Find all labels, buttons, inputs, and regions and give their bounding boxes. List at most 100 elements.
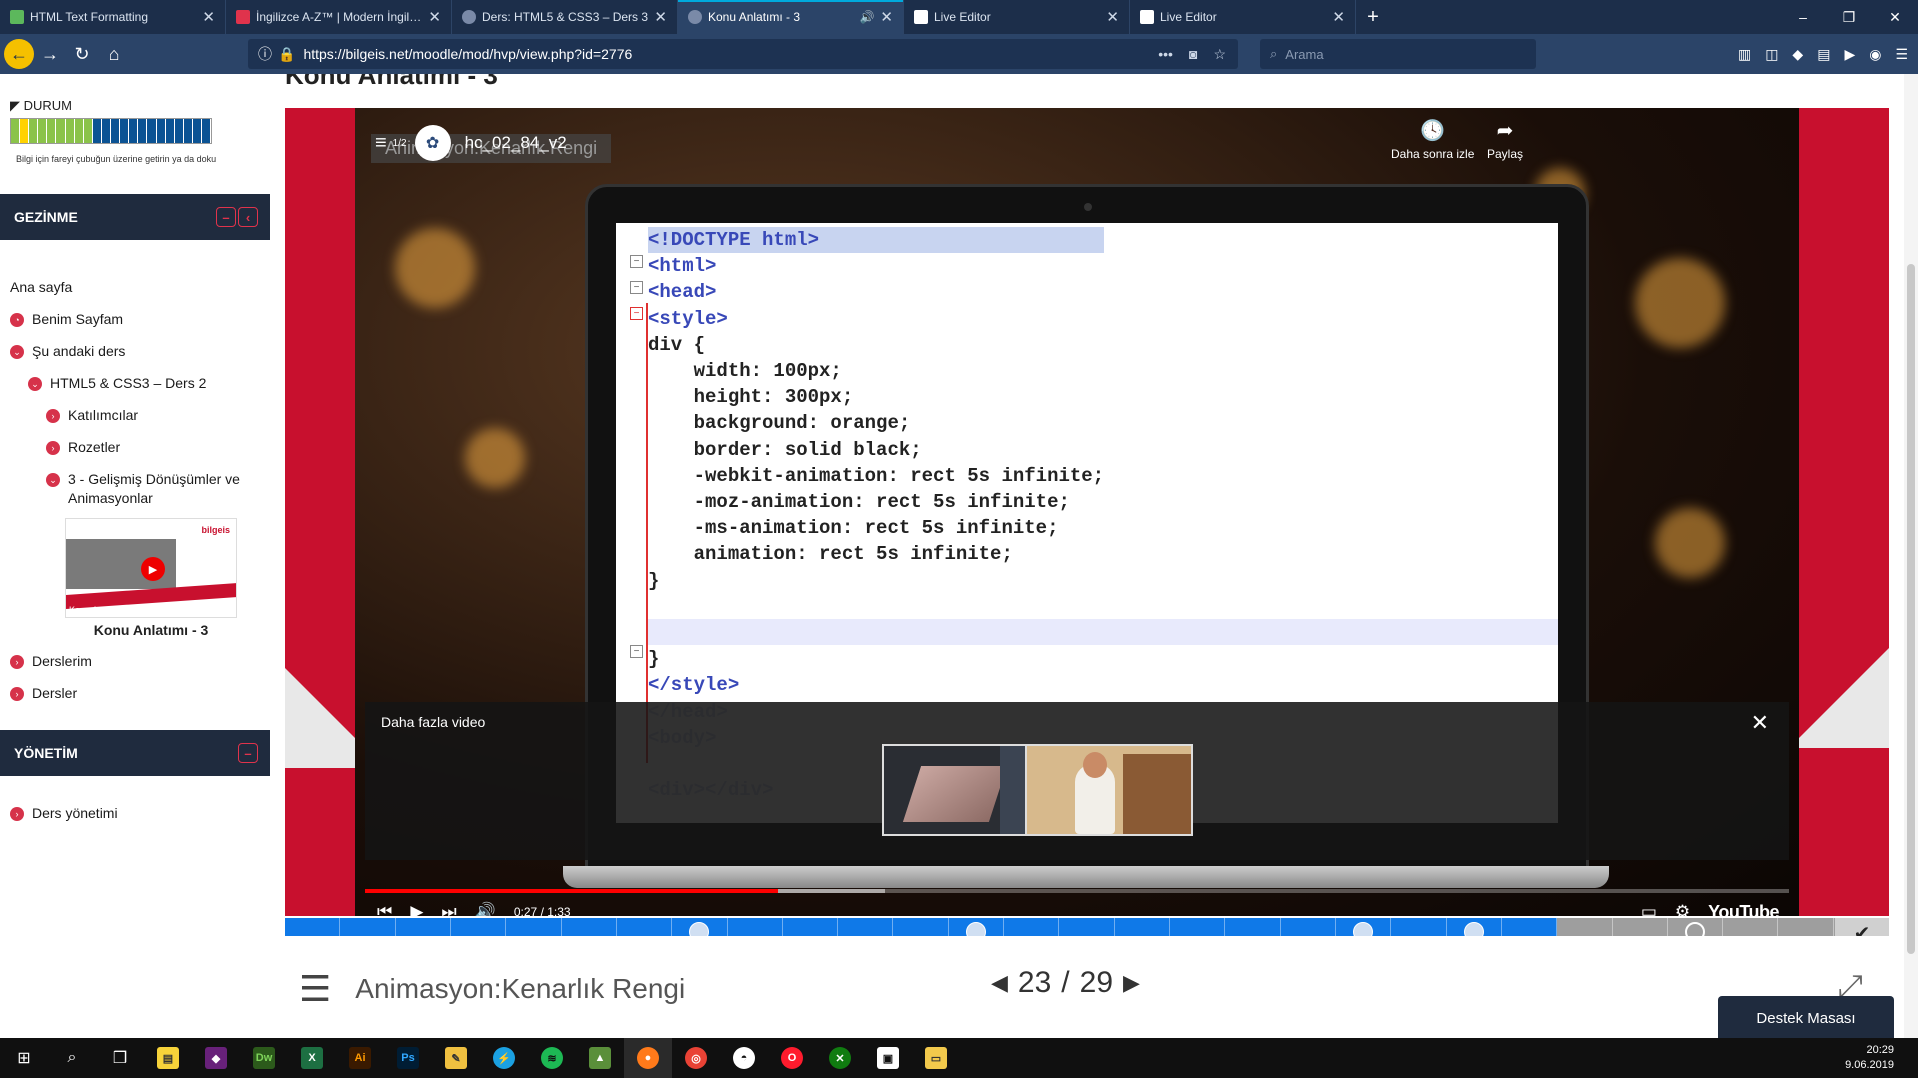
progress-segment[interactable]	[111, 119, 121, 143]
interaction-marker[interactable]	[689, 922, 710, 936]
timeline-segment[interactable]	[285, 918, 341, 936]
media-play-icon[interactable]: ▶	[1844, 46, 1855, 63]
sidebar-item-participants[interactable]: › Katılımcılar	[46, 406, 138, 425]
bookmark-star-icon[interactable]: ☆	[1213, 46, 1226, 63]
sidebar-item-course-admin[interactable]: › Ders yönetimi	[10, 804, 118, 823]
subtitles-icon[interactable]: ▭	[1641, 902, 1657, 916]
photoshop-icon[interactable]: Ps	[384, 1038, 432, 1078]
channel-avatar[interactable]: ✿	[414, 125, 451, 161]
file-explorer-icon[interactable]: ▭	[912, 1038, 960, 1078]
interaction-marker[interactable]	[965, 922, 986, 936]
sidebar-item-section[interactable]: ⌄ 3 - Gelişmiş Dönüşümler ve Animasyonlar	[46, 470, 256, 508]
sidebar-item-current-course[interactable]: ⌄ Şu andaki ders	[10, 342, 125, 361]
info-icon[interactable]: ⓘ	[258, 44, 272, 64]
browser-tab[interactable]: Live Editor ✕	[1130, 0, 1356, 34]
spotify-icon[interactable]: ≋	[528, 1038, 576, 1078]
progress-segment[interactable]	[201, 119, 212, 143]
visual-studio-icon[interactable]: ◆	[192, 1038, 240, 1078]
system-clock[interactable]: 20:29 9.06.2019	[1845, 1043, 1918, 1073]
completion-progress-bar[interactable]	[10, 118, 213, 144]
timeline-segment[interactable]	[893, 918, 949, 936]
timeline-segment[interactable]	[1336, 918, 1392, 936]
sticky-notes-icon[interactable]: ▤	[144, 1038, 192, 1078]
sidebar-item-course[interactable]: ⌄ HTML5 & CSS3 – Ders 2	[28, 374, 206, 393]
next-slide-icon[interactable]: ▶	[1123, 970, 1140, 996]
search-field[interactable]: ⌕ Arama	[1260, 39, 1536, 69]
windows-start-icon[interactable]: ⊞	[0, 1038, 48, 1078]
timeline-segment[interactable]	[562, 918, 617, 936]
progress-segment[interactable]	[129, 119, 139, 143]
progress-segment[interactable]	[174, 119, 184, 143]
previous-icon[interactable]: ⏮	[377, 902, 392, 916]
lock-icon[interactable]: 🔒	[278, 46, 295, 63]
previous-slide-icon[interactable]: ◀	[991, 970, 1008, 996]
progress-segment[interactable]	[20, 119, 30, 143]
timeline-segment[interactable]	[1447, 918, 1502, 936]
dock-icon[interactable]: ‹	[238, 207, 258, 227]
next-icon[interactable]: ⏭	[441, 902, 456, 916]
progress-segment[interactable]	[83, 119, 93, 143]
menu-icon[interactable]: ☰	[1895, 46, 1908, 63]
interaction-timeline[interactable]: ✔	[285, 916, 1889, 936]
close-tab-icon[interactable]: ✕	[1106, 8, 1119, 26]
page-scrollbar[interactable]	[1904, 74, 1918, 1038]
sidebar-item-my-courses[interactable]: › Derslerim	[10, 652, 92, 671]
timeline-segment[interactable]	[340, 918, 396, 936]
account-icon[interactable]: ◉	[1869, 46, 1881, 63]
progress-segment[interactable]	[92, 119, 102, 143]
progress-segment[interactable]	[156, 119, 166, 143]
watch-later-button[interactable]: 🕓 Daha sonra izle	[1391, 118, 1474, 161]
timeline-segment[interactable]	[1115, 918, 1170, 936]
timeline-segment[interactable]	[1778, 918, 1834, 936]
close-tab-icon[interactable]: ✕	[202, 8, 215, 26]
browser-tab-active[interactable]: Konu Anlatımı - 3 🔊 ✕	[678, 0, 904, 34]
volume-icon[interactable]: 🔊	[475, 902, 496, 916]
activity-thumbnail[interactable]: bilgeis ▶ Konu Anlatımı	[65, 518, 237, 618]
timeline-segment[interactable]	[1391, 918, 1447, 936]
status-label[interactable]: ◤ DURUM	[10, 98, 72, 114]
browser-tab[interactable]: İngilizce A-Z™ | Modern İngilizce ✕	[226, 0, 452, 34]
illustrator-icon[interactable]: Ai	[336, 1038, 384, 1078]
pocket-icon[interactable]: ◙	[1189, 46, 1197, 63]
search-icon[interactable]: ⌕	[48, 1038, 96, 1078]
timeline-segment[interactable]	[1612, 918, 1668, 936]
timeline-segment[interactable]	[728, 918, 783, 936]
progress-segment[interactable]	[38, 119, 48, 143]
close-tab-icon[interactable]: ✕	[880, 8, 893, 26]
timeline-segment[interactable]	[1170, 918, 1226, 936]
close-window-icon[interactable]: ✕	[1872, 0, 1918, 34]
xbox-icon[interactable]: ✕	[816, 1038, 864, 1078]
game-icon[interactable]: ◓	[720, 1038, 768, 1078]
submit-check-icon[interactable]: ✔	[1835, 918, 1889, 936]
progress-segment[interactable]	[11, 119, 21, 143]
library-icon[interactable]: ▥	[1738, 46, 1751, 63]
timeline-segment[interactable]	[617, 918, 673, 936]
page-actions-icon[interactable]: •••	[1158, 46, 1173, 63]
close-tab-icon[interactable]: ✕	[1332, 8, 1345, 26]
home-button[interactable]: ⌂	[98, 38, 130, 70]
new-tab-button[interactable]: +	[1356, 0, 1390, 34]
firefox-icon[interactable]: ●	[624, 1038, 672, 1078]
progress-segment[interactable]	[65, 119, 75, 143]
opera-icon[interactable]: O	[768, 1038, 816, 1078]
progress-segment[interactable]	[29, 119, 39, 143]
browser-tab[interactable]: HTML Text Formatting ✕	[0, 0, 226, 34]
timeline-segment[interactable]	[1557, 918, 1613, 936]
extension-icon[interactable]: ◆	[1792, 46, 1803, 63]
progress-segment[interactable]	[47, 119, 57, 143]
interaction-marker[interactable]	[1463, 922, 1484, 936]
timeline-segment[interactable]	[672, 918, 728, 936]
chrome-icon[interactable]: ◎	[672, 1038, 720, 1078]
youtube-player[interactable]: Animasyon:Kenarlık Rengi − − − − <!DOCTY…	[355, 108, 1799, 916]
play-icon[interactable]: ▶	[410, 902, 423, 916]
timeline-segment[interactable]	[451, 918, 507, 936]
progress-segment[interactable]	[165, 119, 175, 143]
reload-button[interactable]: ↻	[66, 38, 98, 70]
youtube-logo[interactable]: YouTube	[1708, 902, 1779, 917]
forward-button[interactable]: →	[34, 38, 66, 70]
help-desk-button[interactable]: Destek Masası	[1718, 996, 1894, 1038]
settings-gear-icon[interactable]: ⚙	[1675, 902, 1690, 916]
scrollbar-thumb[interactable]	[1907, 264, 1915, 954]
timeline-segment[interactable]	[1281, 918, 1336, 936]
close-tab-icon[interactable]: ✕	[654, 8, 667, 26]
